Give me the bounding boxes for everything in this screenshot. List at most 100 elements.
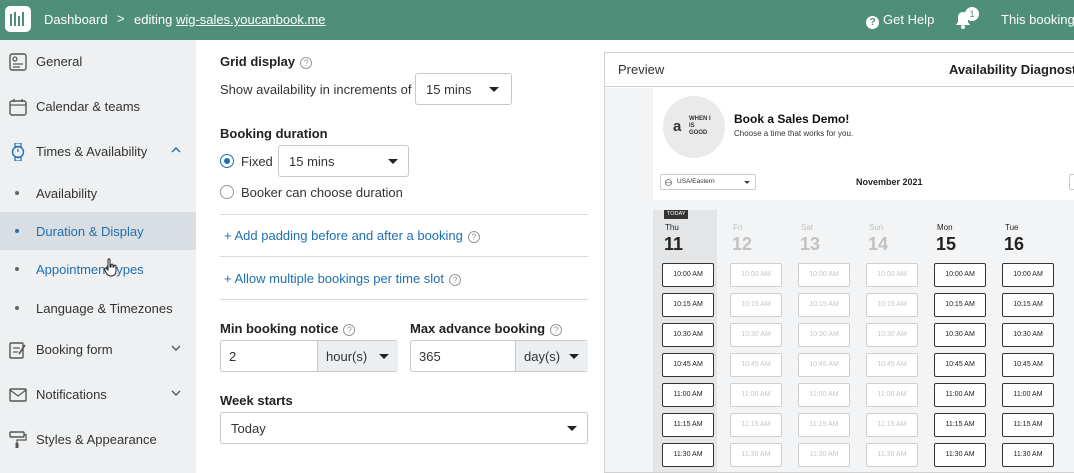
time-slot[interactable]: 10:15 AM	[1002, 293, 1054, 317]
sidebar-subitem-appointment-types[interactable]: Appointment types	[0, 250, 196, 288]
sidebar-item-times-availability[interactable]: Times & Availability	[0, 130, 196, 174]
time-slot[interactable]: 10:45 AM	[662, 353, 714, 377]
caret-down-icon	[388, 159, 398, 164]
breadcrumb-dashboard[interactable]: Dashboard	[44, 12, 108, 27]
time-slot[interactable]: 11:15 AM	[934, 413, 986, 437]
help-circle-icon[interactable]: ?	[300, 57, 313, 69]
choose-duration-radio[interactable]	[220, 185, 234, 199]
day-name: Sun	[869, 223, 884, 232]
top-bar: Dashboard > editing wig-sales.youcanbook…	[0, 0, 1074, 40]
time-slot[interactable]: 10:45 AM	[1002, 353, 1054, 377]
time-slot[interactable]: 11:30 AM	[934, 443, 986, 467]
add-padding-link[interactable]: + Add padding before and after a booking	[224, 228, 463, 243]
grid-display-title: Grid display	[220, 54, 296, 69]
sidebar-subitem-label: Language & Timezones	[36, 301, 173, 316]
day-name: Mon	[937, 223, 953, 232]
max-advance-value: 365	[419, 349, 441, 364]
increments-select[interactable]: 15 mins	[415, 73, 512, 105]
week-starts-heading: Week starts	[220, 393, 293, 408]
time-slot[interactable]: 10:00 AM	[662, 263, 714, 287]
min-notice-input[interactable]: 2 hour(s)	[220, 340, 398, 372]
time-slot: 10:15 AM	[730, 293, 782, 317]
sidebar-item-calendar[interactable]: Calendar & teams	[0, 85, 196, 129]
get-help-button[interactable]: ? Get Help	[866, 12, 934, 29]
time-slot: 11:00 AM	[730, 383, 782, 407]
help-circle-icon[interactable]: ?	[449, 274, 462, 286]
time-slot: 10:45 AM	[798, 353, 850, 377]
time-slot[interactable]: 10:15 AM	[934, 293, 986, 317]
fixed-label: Fixed	[241, 154, 273, 169]
day-column-16: Tue 16 10:00 AM 10:15 AM 10:30 AM 10:45 AM 11:…	[993, 210, 1057, 472]
time-slot[interactable]: 10:00 AM	[934, 263, 986, 287]
time-slot: 10:45 AM	[866, 353, 918, 377]
week-starts-value: Today	[231, 421, 266, 436]
time-slot[interactable]: 11:30 AM	[662, 443, 714, 467]
time-slot[interactable]: 10:30 AM	[1002, 323, 1054, 347]
time-slot: 10:30 AM	[866, 323, 918, 347]
grid-display-heading: Grid display?	[220, 54, 313, 69]
sidebar-subitem-availability[interactable]: Availability	[0, 174, 196, 212]
help-circle-icon[interactable]: ?	[550, 324, 563, 336]
fixed-duration-select[interactable]: 15 mins	[278, 145, 409, 177]
tab-availability-diagnostics[interactable]: Availability Diagnostics	[949, 62, 1074, 77]
fixed-radio[interactable]	[220, 154, 234, 168]
sidebar-item-booking-form[interactable]: Booking form	[0, 328, 196, 372]
time-slot: 10:30 AM	[798, 323, 850, 347]
time-slot[interactable]: 11:15 AM	[662, 413, 714, 437]
max-advance-unit: day(s)	[524, 349, 561, 364]
sidebar-item-styles[interactable]: Styles & Appearance	[0, 418, 196, 462]
help-circle-icon[interactable]: ?	[343, 324, 356, 336]
time-slot[interactable]: 10:30 AM	[934, 323, 986, 347]
padding-row: + Add padding before and after a booking…	[224, 228, 480, 243]
sidebar-item-label: General	[36, 54, 83, 69]
sidebar-item-label: Times & Availability	[36, 144, 148, 159]
tab-preview[interactable]: Preview	[618, 62, 664, 77]
this-booking-menu[interactable]: This booking	[1001, 12, 1074, 27]
timezone-select[interactable]: USA/Eastern	[660, 174, 756, 190]
max-advance-unit-select[interactable]: day(s)	[515, 341, 588, 371]
time-slot[interactable]: 11:00 AM	[662, 383, 714, 407]
preview-panel: Preview Availability Diagnostics a WHEN …	[604, 52, 1074, 473]
time-slot[interactable]: 10:45 AM	[934, 353, 986, 377]
multiple-bookings-link[interactable]: + Allow multiple bookings per time slot	[224, 271, 444, 286]
sidebar-item-notifications[interactable]: Notifications	[0, 373, 196, 417]
divider	[220, 299, 588, 300]
time-slot: 11:30 AM	[866, 443, 918, 467]
time-slot[interactable]: 10:00 AM	[1002, 263, 1054, 287]
app-logo-icon[interactable]	[5, 6, 31, 32]
sidebar-item-label: Calendar & teams	[36, 99, 141, 114]
notification-badge: 1	[965, 7, 979, 21]
time-slot[interactable]: 10:15 AM	[662, 293, 714, 317]
time-slot[interactable]: 11:15 AM	[1002, 413, 1054, 437]
day-number: 11	[664, 234, 684, 254]
sidebar-subitem-duration-display[interactable]: Duration & Display	[0, 212, 196, 250]
time-slot[interactable]: 11:00 AM	[934, 383, 986, 407]
time-slot[interactable]: 11:30 AM	[1002, 443, 1054, 467]
caret-down-icon	[569, 354, 579, 359]
preview-header: Preview Availability Diagnostics	[605, 53, 1074, 87]
sidebar-subitem-label: Duration & Display	[36, 224, 144, 239]
hand-cursor-icon	[104, 258, 117, 277]
sidebar-subitem-language-timezones[interactable]: Language & Timezones	[0, 289, 196, 327]
time-slot[interactable]: 11:00 AM	[1002, 383, 1054, 407]
help-circle-icon[interactable]: ?	[467, 231, 480, 243]
max-advance-input[interactable]: 365 day(s)	[410, 340, 588, 372]
chevron-down-icon[interactable]	[171, 345, 181, 351]
time-slot: 11:15 AM	[730, 413, 782, 437]
timezone-value: USA/Eastern	[677, 178, 715, 185]
sidebar-item-general[interactable]: General	[0, 40, 196, 84]
time-slot[interactable]: 10:30 AM	[662, 323, 714, 347]
booking-form-icon	[9, 342, 26, 359]
week-starts-select[interactable]: Today	[220, 412, 588, 444]
calendar-picker-icon[interactable]	[1069, 174, 1074, 190]
day-column-11: TODAY Thu 11 10:00 AM 10:15 AM 10:30 AM 10:45 …	[653, 210, 717, 472]
globe-icon	[665, 179, 672, 186]
chevron-down-icon[interactable]	[171, 390, 181, 396]
chevron-up-icon[interactable]	[171, 147, 181, 153]
booking-page-subtitle: Choose a time that works for you.	[734, 129, 854, 138]
caret-down-icon	[379, 354, 389, 359]
increments-label: Show availability in increments of	[220, 82, 412, 97]
min-notice-unit-select[interactable]: hour(s)	[317, 341, 398, 371]
time-slot: 10:30 AM	[730, 323, 782, 347]
editing-site-link[interactable]: wig-sales.youcanbook.me	[176, 12, 326, 27]
